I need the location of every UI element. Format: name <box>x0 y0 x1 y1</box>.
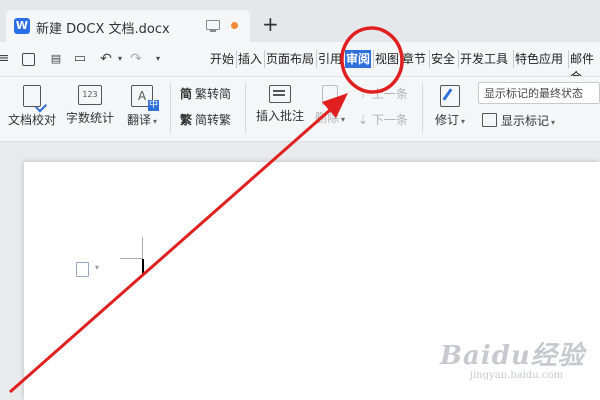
markup-state-dropdown[interactable]: 显示标记的最终状态 <box>478 82 600 104</box>
trad-simp-icon: 简 <box>180 87 193 101</box>
baidu-watermark: Baidu经验 jingyan.baidu.com <box>440 335 585 381</box>
trad-to-simp-button[interactable]: 简繁转简 <box>180 85 231 102</box>
trad-to-simp-label: 繁转简 <box>195 87 232 101</box>
menu-view[interactable]: 视图 <box>373 50 400 68</box>
word-count-label: 字数统计 <box>65 111 114 125</box>
doc-check-button[interactable]: 文档校对 <box>6 85 58 128</box>
menu-mail-merge[interactable]: 邮件合 <box>568 50 600 84</box>
title-bar: W 新建 DOCX 文档.docx + <box>0 0 600 42</box>
menu-review[interactable]: 审阅 <box>345 50 372 68</box>
margin-corner-mark <box>120 258 142 259</box>
insert-comment-button[interactable]: 插入批注 <box>252 85 308 124</box>
divider <box>422 83 423 133</box>
word-count-icon: 123 <box>78 85 102 105</box>
menu-developer[interactable]: 开发工具 <box>458 50 509 68</box>
menu-special-apps[interactable]: 特色应用 <box>513 50 564 68</box>
show-markup-button[interactable]: 显示标记 ▾ <box>482 112 555 129</box>
track-changes-icon <box>440 85 460 107</box>
simp-trad-icon: 繁 <box>180 113 193 127</box>
translate-icon: A <box>131 85 159 111</box>
save-icon[interactable] <box>22 53 35 66</box>
menu-security[interactable]: 安全 <box>429 50 456 68</box>
doc-check-label: 文档校对 <box>7 113 56 127</box>
translate-button[interactable]: A 翻译▾ <box>122 85 162 128</box>
next-comment-button[interactable]: ⇣ 下一条 <box>358 111 408 128</box>
translate-label: 翻译 <box>126 113 151 127</box>
menu-icon[interactable]: ≡ <box>0 51 12 67</box>
margin-corner-mark <box>142 237 143 259</box>
chevron-down-icon[interactable]: ▾ <box>150 51 166 67</box>
tab-title: 新建 DOCX 文档.docx <box>36 22 170 37</box>
track-changes-button[interactable]: 修订 ▾ <box>430 85 470 128</box>
track-changes-label: 修订 <box>434 113 459 127</box>
menu-insert[interactable]: 插入 <box>236 50 263 68</box>
menu-start[interactable]: 开始 <box>209 50 235 68</box>
menu-bar: ≡ ▤ ▭ ↶ ▾ ↷ ▾ 开始 插入 页面布局 引用 审阅 视图 章节 安全 … <box>0 42 600 84</box>
monitor-icon[interactable] <box>206 20 220 32</box>
next-label: 下一条 <box>371 113 408 127</box>
prev-icon: ⇡ <box>358 87 372 101</box>
menu-references[interactable]: 引用 <box>316 50 343 68</box>
print-icon[interactable]: ▤ <box>48 51 64 67</box>
simp-to-trad-label: 简转繁 <box>195 113 232 127</box>
delete-label: 删除 <box>314 111 339 125</box>
paragraph-icon[interactable] <box>76 262 89 277</box>
comment-icon <box>269 85 291 103</box>
text-cursor <box>142 259 144 276</box>
review-ribbon: 文档校对 123 字数统计 A 翻译▾ 简繁转简 繁简转繁 插入批注 删除▾ ⇡… <box>0 77 600 142</box>
chevron-down-icon[interactable]: ▾ <box>95 263 99 272</box>
prev-comment-button[interactable]: ⇡ 上一条 <box>358 85 408 102</box>
divider <box>245 83 246 133</box>
show-markup-label: 显示标记 <box>501 114 550 128</box>
unsaved-indicator-icon <box>231 22 238 29</box>
delete-comment-button[interactable]: 删除 ▾ <box>312 85 348 126</box>
prev-label: 上一条 <box>371 87 408 101</box>
menu-page-layout[interactable]: 页面布局 <box>264 50 315 68</box>
doc-check-icon <box>23 85 41 107</box>
markup-icon <box>482 113 497 127</box>
insert-comment-label: 插入批注 <box>255 109 304 123</box>
new-tab-button[interactable]: + <box>262 14 279 34</box>
simp-to-trad-button[interactable]: 繁简转繁 <box>180 111 231 128</box>
export-icon[interactable]: ▭ <box>72 51 88 67</box>
word-count-button[interactable]: 123 字数统计 <box>64 85 116 126</box>
redo-icon[interactable]: ↷ <box>128 51 144 67</box>
watermark-main: Baidu经验 <box>440 341 585 371</box>
divider <box>170 83 171 133</box>
delete-comment-icon <box>322 85 338 105</box>
chevron-down-icon[interactable]: ▾ <box>112 51 128 67</box>
menu-chapters[interactable]: 章节 <box>400 50 427 68</box>
wps-writer-icon: W <box>14 18 30 34</box>
next-icon: ⇣ <box>358 113 372 127</box>
document-tab[interactable]: W 新建 DOCX 文档.docx <box>6 10 250 42</box>
